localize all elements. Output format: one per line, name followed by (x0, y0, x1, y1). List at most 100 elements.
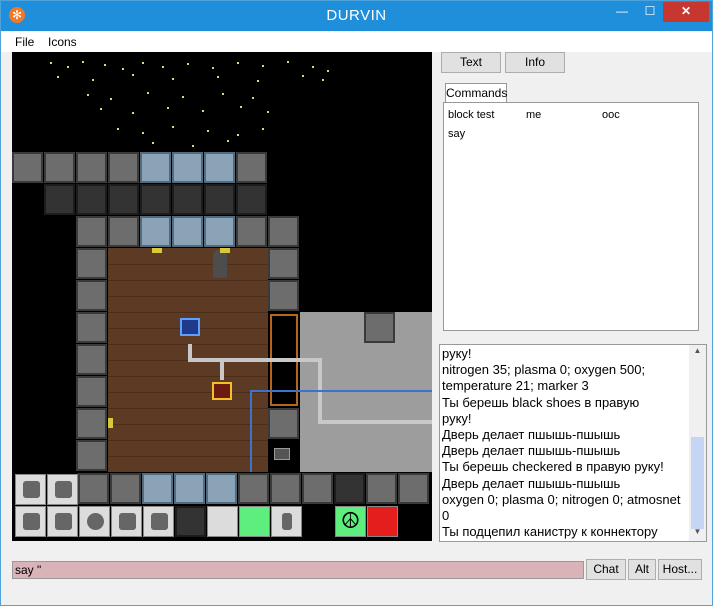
wall-tile (12, 152, 43, 183)
window-tile (172, 216, 203, 247)
connector-port[interactable] (274, 448, 290, 460)
commands-grid: block test me ooc say (443, 102, 699, 331)
window-title: DURVIN (326, 7, 387, 24)
wall-tile (76, 440, 107, 471)
command-say[interactable]: say (448, 128, 465, 140)
wall-tile (78, 473, 109, 504)
chat-output[interactable]: руку! nitrogen 35; plasma 0; oxygen 500;… (439, 344, 707, 542)
window-tile (142, 473, 173, 504)
chat-line: руку! (442, 346, 472, 361)
catwalk-tile (204, 184, 235, 215)
command-input[interactable]: say " (12, 561, 584, 579)
chat-line: temperature 21; marker 3 (442, 378, 589, 394)
chat-button[interactable]: Chat (586, 559, 626, 580)
menu-file[interactable]: File (15, 35, 34, 49)
wall-tile (108, 216, 139, 247)
chat-line: Ты подцепил канистру к коннектору (442, 524, 658, 540)
text-button[interactable]: Text (441, 52, 501, 73)
pipe (220, 358, 224, 380)
minimize-button[interactable]: — (609, 2, 635, 22)
suit-icon[interactable] (143, 506, 174, 537)
chat-line: Дверь делает пшышь-пшышь (442, 443, 621, 459)
player-character[interactable] (213, 250, 227, 278)
chat-lines: руку! nitrogen 35; plasma 0; oxygen 500;… (442, 346, 687, 540)
wall-tile (76, 408, 107, 439)
wall-tile (76, 152, 107, 183)
scroll-up-icon[interactable]: ▲ (691, 346, 704, 360)
wall-tile (302, 473, 333, 504)
wall-tile (76, 216, 107, 247)
pipe (318, 420, 432, 424)
intent-help-icon[interactable] (239, 506, 270, 537)
pull-icon[interactable] (47, 474, 78, 505)
scroll-thumb[interactable] (691, 437, 704, 529)
wall-tile (398, 473, 429, 504)
wall-tile (76, 344, 107, 375)
light-fixture (220, 248, 230, 253)
chat-line: Дверь делает пшышь-пшышь (442, 427, 621, 443)
command-me[interactable]: me (526, 109, 541, 121)
window-tile (174, 473, 205, 504)
catwalk-tile (44, 184, 75, 215)
power-cable (250, 390, 432, 392)
mask-icon[interactable] (79, 506, 110, 537)
tab-commands[interactable]: Commands (445, 83, 507, 103)
uniform-icon[interactable] (111, 506, 142, 537)
wall-tile (268, 408, 299, 439)
wall-tile (108, 152, 139, 183)
blue-canister[interactable] (180, 318, 200, 336)
chat-scrollbar[interactable]: ▲ ▼ (689, 345, 706, 541)
chat-line: Дверь делает пшышь-пшышь (442, 475, 621, 491)
hud-hotbar: ☮ (12, 472, 432, 541)
walk-icon[interactable] (271, 506, 302, 537)
storage-icon[interactable] (175, 506, 206, 537)
panel-splitter[interactable] (432, 52, 439, 541)
vent-tile (334, 473, 365, 504)
hand-left-icon[interactable] (15, 506, 46, 537)
wall-tile (268, 280, 299, 311)
peace-icon[interactable]: ☮ (335, 506, 366, 537)
space-starfield (50, 61, 329, 147)
wall-tile (364, 312, 395, 343)
empty-slot[interactable] (207, 506, 238, 537)
light-fixture (108, 418, 113, 428)
main-window: ✻ DURVIN — ☐ ✕ File Icons ☮ Text Info Co… (0, 0, 713, 606)
chat-line: руку! (442, 410, 472, 426)
info-button[interactable]: Info (505, 52, 565, 73)
close-button[interactable]: ✕ (663, 2, 709, 22)
chat-line: Ты берешь checkered в правую руку! (442, 459, 664, 475)
status-bar (1, 583, 712, 605)
wall-tile (270, 473, 301, 504)
wall-tile (110, 473, 141, 504)
chat-line: oxygen 0; plasma 0; nitrogen 0; atmosnet (442, 491, 681, 507)
window-tile (204, 216, 235, 247)
window-tile (204, 152, 235, 183)
wall-tile (268, 248, 299, 279)
catwalk-tile (108, 184, 139, 215)
catwalk-tile (236, 184, 267, 215)
menu-icons[interactable]: Icons (48, 35, 77, 49)
wall-tile (238, 473, 269, 504)
command-ooc[interactable]: ooc (602, 109, 620, 121)
power-cable (250, 390, 252, 472)
host-button[interactable]: Host... (658, 559, 702, 580)
wall-tile (268, 216, 299, 247)
right-panel: Text Info Commands block test me ooc say… (439, 52, 707, 542)
command-block-test[interactable]: block test (448, 109, 494, 121)
pipe (188, 358, 320, 362)
wall-tile (76, 280, 107, 311)
window-tile (172, 152, 203, 183)
ear-icon[interactable] (47, 506, 78, 537)
rest-icon[interactable] (15, 474, 46, 505)
wall-tile (44, 152, 75, 183)
red-canister[interactable] (212, 382, 232, 400)
wall-tile (366, 473, 397, 504)
chat-line: nitrogen 35; plasma 0; oxygen 500; (442, 362, 646, 378)
throw-icon[interactable] (367, 506, 398, 537)
maximize-button[interactable]: ☐ (637, 2, 663, 22)
titlebar[interactable]: ✻ DURVIN — ☐ ✕ (1, 1, 712, 31)
game-map[interactable] (12, 52, 432, 541)
window-tile (140, 152, 171, 183)
scroll-down-icon[interactable]: ▼ (691, 527, 704, 541)
alt-button[interactable]: Alt (628, 559, 656, 580)
